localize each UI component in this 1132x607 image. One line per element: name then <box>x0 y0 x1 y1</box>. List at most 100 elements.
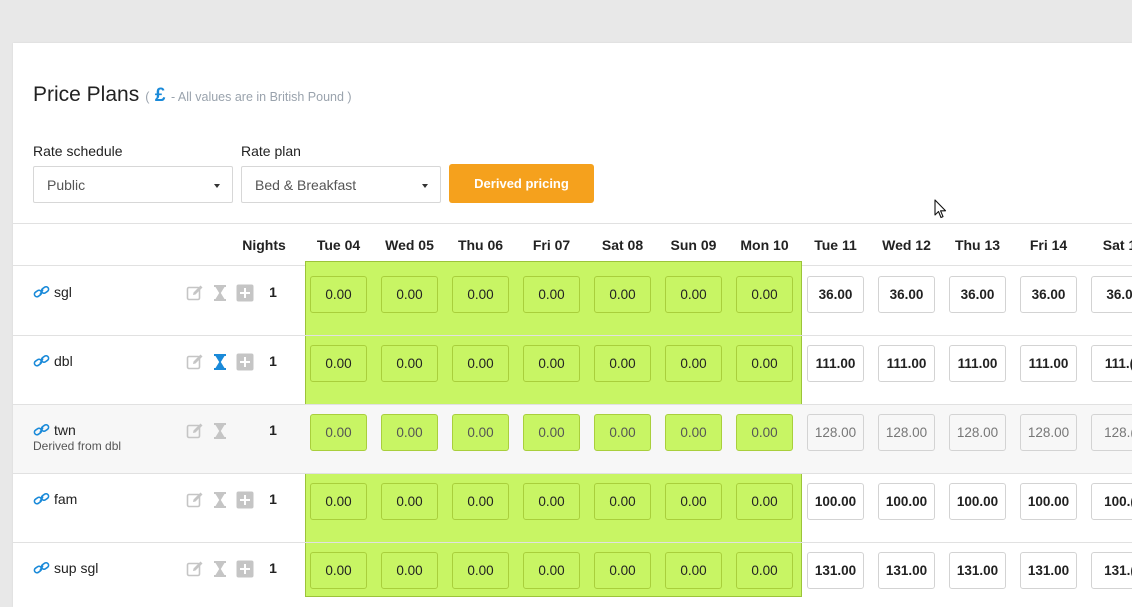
add-icon[interactable] <box>236 560 254 578</box>
table-row: sup sgl 1 0.00 0.00 0.00 0.00 0.00 0.00 0.00 131.… <box>13 542 1132 607</box>
price-input[interactable]: 131.00 <box>1020 552 1077 589</box>
price-input[interactable]: 0.00 <box>523 345 580 382</box>
price-input[interactable]: 0.00 <box>665 552 722 589</box>
price-input[interactable]: 100.00 <box>949 483 1006 520</box>
price-input[interactable]: 0.00 <box>523 552 580 589</box>
add-icon[interactable] <box>236 491 254 509</box>
price-input: 128.00 <box>878 414 935 451</box>
price-input[interactable]: 0.00 <box>736 276 793 313</box>
room-name[interactable]: twn <box>33 422 76 438</box>
hourglass-icon[interactable] <box>211 353 229 371</box>
price-input[interactable]: 0.00 <box>665 276 722 313</box>
nights-value: 1 <box>269 560 277 576</box>
price-input[interactable]: 0.00 <box>381 276 438 313</box>
price-input: 0.00 <box>594 414 651 451</box>
price-input[interactable]: 0.00 <box>736 483 793 520</box>
price-input[interactable]: 0.00 <box>310 483 367 520</box>
price-input[interactable]: 0.00 <box>310 276 367 313</box>
price-input[interactable]: 0.00 <box>452 276 509 313</box>
nights-value: 1 <box>269 491 277 507</box>
price-input[interactable]: 36.00 <box>878 276 935 313</box>
date-header: Tue 04 <box>316 237 361 253</box>
table-row: fam 1 0.00 0.00 0.00 0.00 0.00 0.00 0.00 100.00 10… <box>13 473 1132 542</box>
price-input[interactable]: 0.00 <box>736 552 793 589</box>
rate-plan-label: Rate plan <box>241 143 301 159</box>
price-input[interactable]: 0.00 <box>523 483 580 520</box>
price-input[interactable]: 131.00 <box>807 552 864 589</box>
price-input[interactable]: 0.00 <box>452 345 509 382</box>
price-input[interactable]: 0.00 <box>310 345 367 382</box>
price-input[interactable]: 111.00 <box>1020 345 1077 382</box>
room-name[interactable]: sup sgl <box>33 560 98 576</box>
price-input[interactable]: 36.0 <box>1091 276 1132 313</box>
room-name[interactable]: fam <box>33 491 77 507</box>
price-input[interactable]: 131.00 <box>949 552 1006 589</box>
price-input[interactable]: 0.00 <box>594 345 651 382</box>
add-icon[interactable] <box>236 284 254 302</box>
price-input[interactable]: 0.00 <box>665 483 722 520</box>
hourglass-icon[interactable] <box>211 560 229 578</box>
price-input[interactable]: 0.00 <box>523 276 580 313</box>
row-divider <box>13 404 1132 405</box>
hourglass-icon[interactable] <box>211 491 229 509</box>
price-input[interactable]: 36.00 <box>1020 276 1077 313</box>
chevron-down-icon <box>422 184 428 188</box>
currency-description: - All values are in British Pound ) <box>170 90 352 104</box>
price-input[interactable]: 0.00 <box>452 552 509 589</box>
price-input[interactable]: 100.00 <box>1020 483 1077 520</box>
add-icon[interactable] <box>236 353 254 371</box>
rate-plan-select[interactable]: Bed & Breakfast <box>241 166 441 203</box>
price-input[interactable]: 0.00 <box>381 483 438 520</box>
room-name[interactable]: dbl <box>33 353 73 369</box>
hourglass-icon[interactable] <box>211 284 229 302</box>
derived-pricing-button[interactable]: Derived pricing <box>449 164 594 203</box>
price-input[interactable]: 0.00 <box>736 345 793 382</box>
table-row: twn Derived from dbl 1 0.00 0.00 0.00 0.00 0.00… <box>13 404 1132 473</box>
price-input[interactable]: 0.00 <box>594 483 651 520</box>
rate-plan-value: Bed & Breakfast <box>255 177 357 193</box>
price-input[interactable]: 0.00 <box>310 552 367 589</box>
table-row: sgl 1 0.00 0.00 0.00 0.00 0.00 0.00 0.00 36.00 36.… <box>13 266 1132 335</box>
price-input[interactable]: 0.00 <box>594 276 651 313</box>
edit-icon[interactable] <box>186 284 204 302</box>
price-input: 0.00 <box>381 414 438 451</box>
price-input[interactable]: 111.00 <box>878 345 935 382</box>
price-input[interactable]: 0.00 <box>381 552 438 589</box>
price-input[interactable]: 131.( <box>1091 552 1132 589</box>
price-input[interactable]: 111.( <box>1091 345 1132 382</box>
title-row: Price Plans ( £ - All values are in Brit… <box>33 83 352 107</box>
room-name-label: dbl <box>54 353 73 369</box>
hourglass-icon[interactable] <box>211 422 229 440</box>
chevron-down-icon <box>214 184 220 188</box>
nights-header: Nights <box>242 237 286 253</box>
price-input[interactable]: 36.00 <box>807 276 864 313</box>
date-header: Mon 10 <box>740 237 789 253</box>
edit-icon[interactable] <box>186 491 204 509</box>
price-input[interactable]: 111.00 <box>807 345 864 382</box>
price-input[interactable]: 0.00 <box>452 483 509 520</box>
price-input[interactable]: 100.00 <box>807 483 864 520</box>
table-header: Nights Tue 04 Wed 05 Thu 06 Fri 07 Sat 08 Sun… <box>13 223 1132 266</box>
price-input[interactable]: 131.00 <box>878 552 935 589</box>
price-input[interactable]: 36.00 <box>949 276 1006 313</box>
date-header: Tue 11 <box>814 237 857 253</box>
room-name[interactable]: sgl <box>33 284 72 300</box>
price-input[interactable]: 111.00 <box>949 345 1006 382</box>
row-divider <box>13 473 1132 474</box>
price-input[interactable]: 100.00 <box>878 483 935 520</box>
link-icon <box>33 561 50 574</box>
link-icon <box>33 423 50 436</box>
price-input: 128.00 <box>807 414 864 451</box>
edit-icon[interactable] <box>186 353 204 371</box>
edit-icon[interactable] <box>186 560 204 578</box>
nights-value: 1 <box>269 353 277 369</box>
price-input[interactable]: 0.00 <box>381 345 438 382</box>
room-derived-note: Derived from dbl <box>33 439 122 453</box>
price-input: 128.( <box>1091 414 1132 451</box>
edit-icon[interactable] <box>186 422 204 440</box>
price-input: 0.00 <box>523 414 580 451</box>
rate-schedule-select[interactable]: Public <box>33 166 233 203</box>
price-input[interactable]: 0.00 <box>594 552 651 589</box>
price-input[interactable]: 0.00 <box>665 345 722 382</box>
price-input[interactable]: 100.( <box>1091 483 1132 520</box>
